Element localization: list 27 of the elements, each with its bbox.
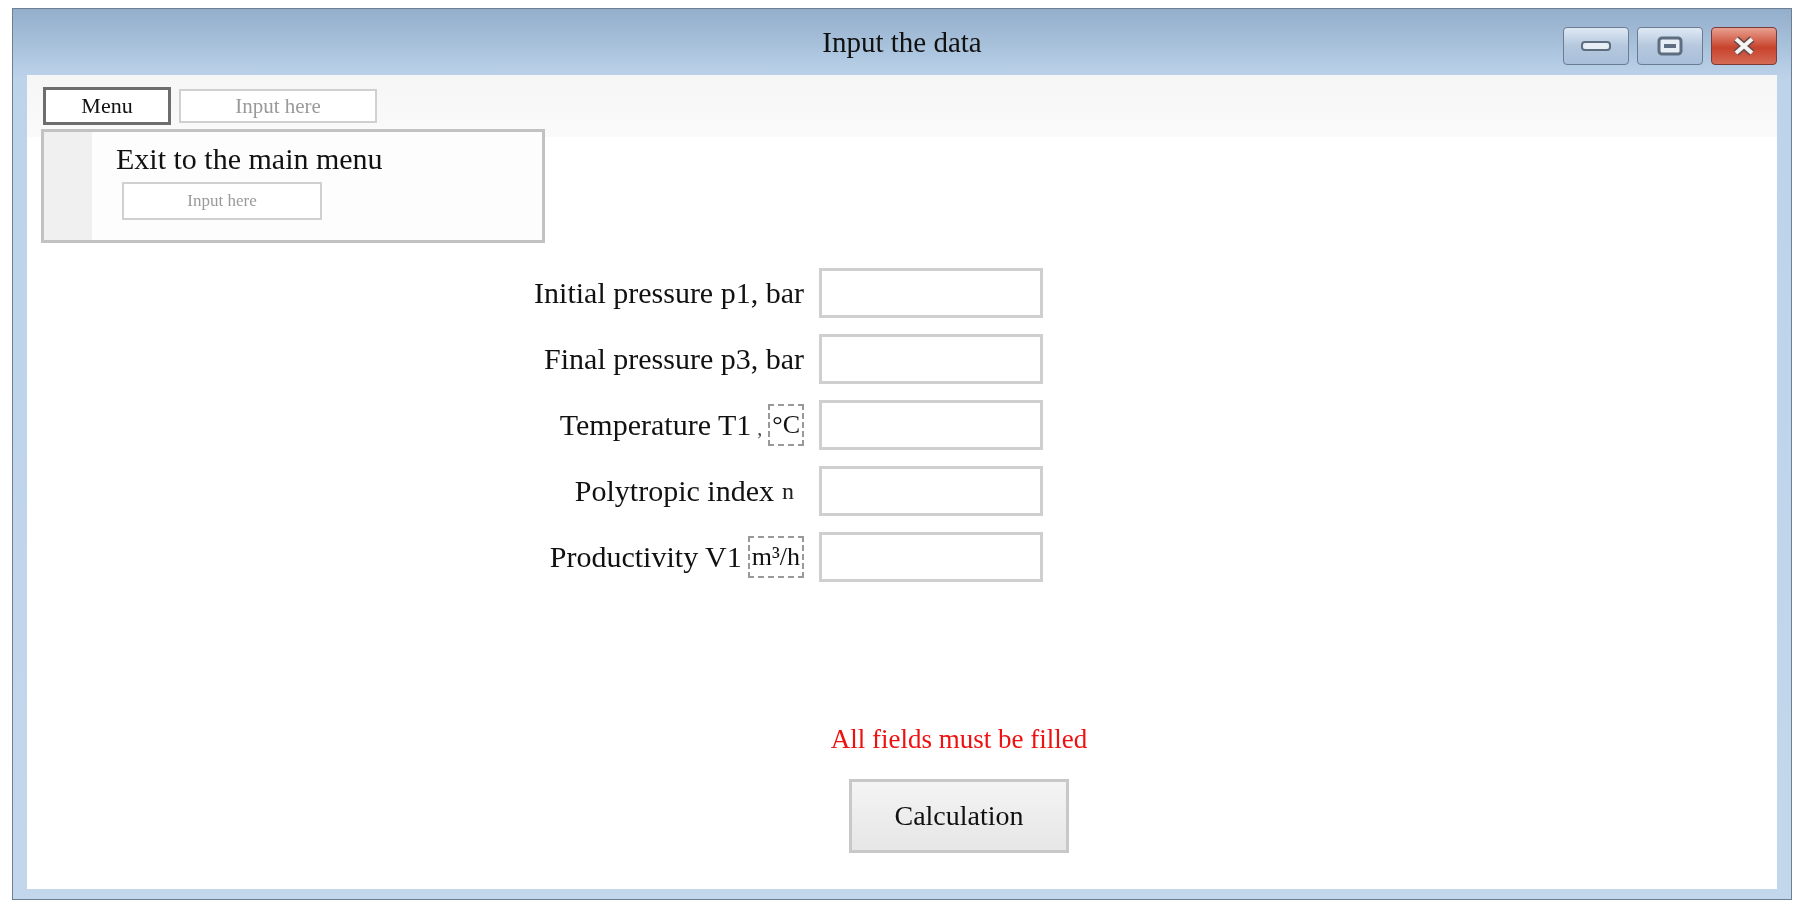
close-button[interactable] (1711, 27, 1777, 65)
field-label: Productivity V1 (549, 540, 742, 574)
field-label: Final pressure p3, bar (544, 342, 804, 376)
calculation-button[interactable]: Calculation (849, 779, 1069, 853)
field-label: Initial pressure p1, bar (534, 276, 804, 310)
input-field[interactable] (819, 532, 1043, 582)
window-title: Input the data (822, 25, 982, 59)
separator-mark: , (757, 417, 763, 440)
field-label: Polytropic index (574, 474, 774, 508)
input-field[interactable]: Input here (179, 89, 377, 123)
input-field[interactable] (819, 334, 1043, 384)
close-icon (1732, 35, 1756, 57)
field-label: Temperature T1 (559, 408, 752, 442)
maximize-button[interactable] (1637, 27, 1703, 65)
maximize-icon (1657, 36, 1683, 56)
minimize-icon (1581, 41, 1611, 51)
error-message: All fields must be filled (830, 724, 1088, 755)
input-field[interactable] (819, 400, 1043, 450)
unit-label: n (781, 477, 795, 505)
menu-button[interactable]: Menu (43, 87, 171, 125)
minimize-button[interactable] (1563, 27, 1629, 65)
unit-label: °C (768, 404, 804, 446)
input-field[interactable] (819, 466, 1043, 516)
input-field[interactable] (819, 268, 1043, 318)
menu-item[interactable]: Exit to the main menu (116, 142, 383, 176)
unit-label: m³/h (747, 536, 804, 578)
input-field[interactable]: Input here (122, 182, 322, 220)
